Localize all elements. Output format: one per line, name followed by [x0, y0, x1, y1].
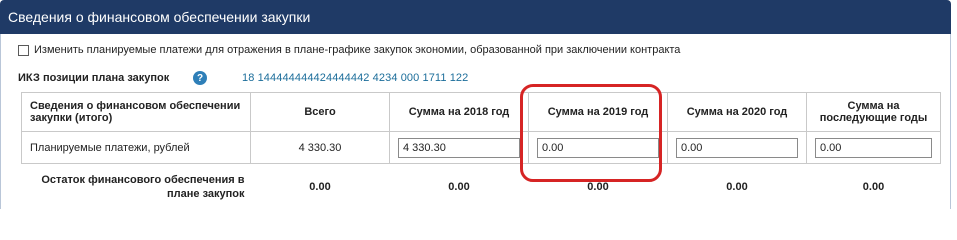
ikz-value: 18 144444444424444442 4234 000 1711 122	[242, 72, 469, 84]
column-header-info: Сведения о финансовом обеспечении закупк…	[21, 92, 251, 132]
remaining-total: 0.00	[309, 181, 331, 193]
remaining-2020: 0.00	[726, 181, 748, 193]
remaining-funds-label: Остаток финансового обеспечения в плане …	[41, 174, 245, 200]
table-row: Планируемые платежи, рублей 4 330.30	[21, 131, 941, 164]
column-header-later-years: Сумма на последующие годы	[806, 92, 941, 132]
remaining-2018: 0.00	[448, 181, 470, 193]
financial-support-panel: Сведения о финансовом обеспечении закупк…	[0, 0, 957, 209]
table-row: Остаток финансового обеспечения в плане …	[22, 164, 941, 211]
column-header-2018: Сумма на 2018 год	[389, 92, 529, 132]
panel-title: Сведения о финансовом обеспечении закупк…	[8, 9, 311, 25]
cell-2018	[389, 131, 529, 164]
column-header-2020: Сумма на 2020 год	[667, 92, 807, 132]
column-header-total: Всего	[250, 92, 390, 132]
planned-payments-total: 4 330.30	[250, 131, 390, 164]
planned-payments-label: Планируемые платежи, рублей	[21, 131, 251, 164]
amount-2018-input[interactable]	[398, 137, 520, 158]
change-payments-label: Изменить планируемые платежи для отражен…	[34, 44, 681, 56]
column-header-2019: Сумма на 2019 год	[528, 92, 668, 132]
ikz-row: ИКЗ позиции плана закупок ? 18 144444444…	[18, 71, 468, 85]
panel-header: Сведения о финансовом обеспечении закупк…	[0, 0, 951, 34]
help-icon[interactable]: ?	[193, 71, 207, 85]
table-header-row: Сведения о финансовом обеспечении закупк…	[21, 92, 941, 132]
remaining-2019: 0.00	[587, 181, 609, 193]
change-payments-checkbox[interactable]	[18, 44, 29, 56]
amount-2019-input[interactable]	[537, 137, 659, 158]
amount-later-years-input[interactable]	[815, 137, 932, 158]
ikz-label: ИКЗ позиции плана закупок	[18, 72, 170, 84]
financial-table: Сведения о финансовом обеспечении закупк…	[21, 92, 941, 210]
remaining-later-years: 0.00	[862, 181, 885, 193]
cell-2020	[667, 131, 807, 164]
amount-2020-input[interactable]	[676, 137, 798, 158]
cell-later	[806, 131, 941, 164]
change-payments-option[interactable]: Изменить планируемые платежи для отражен…	[18, 44, 680, 56]
cell-2019	[528, 131, 668, 164]
